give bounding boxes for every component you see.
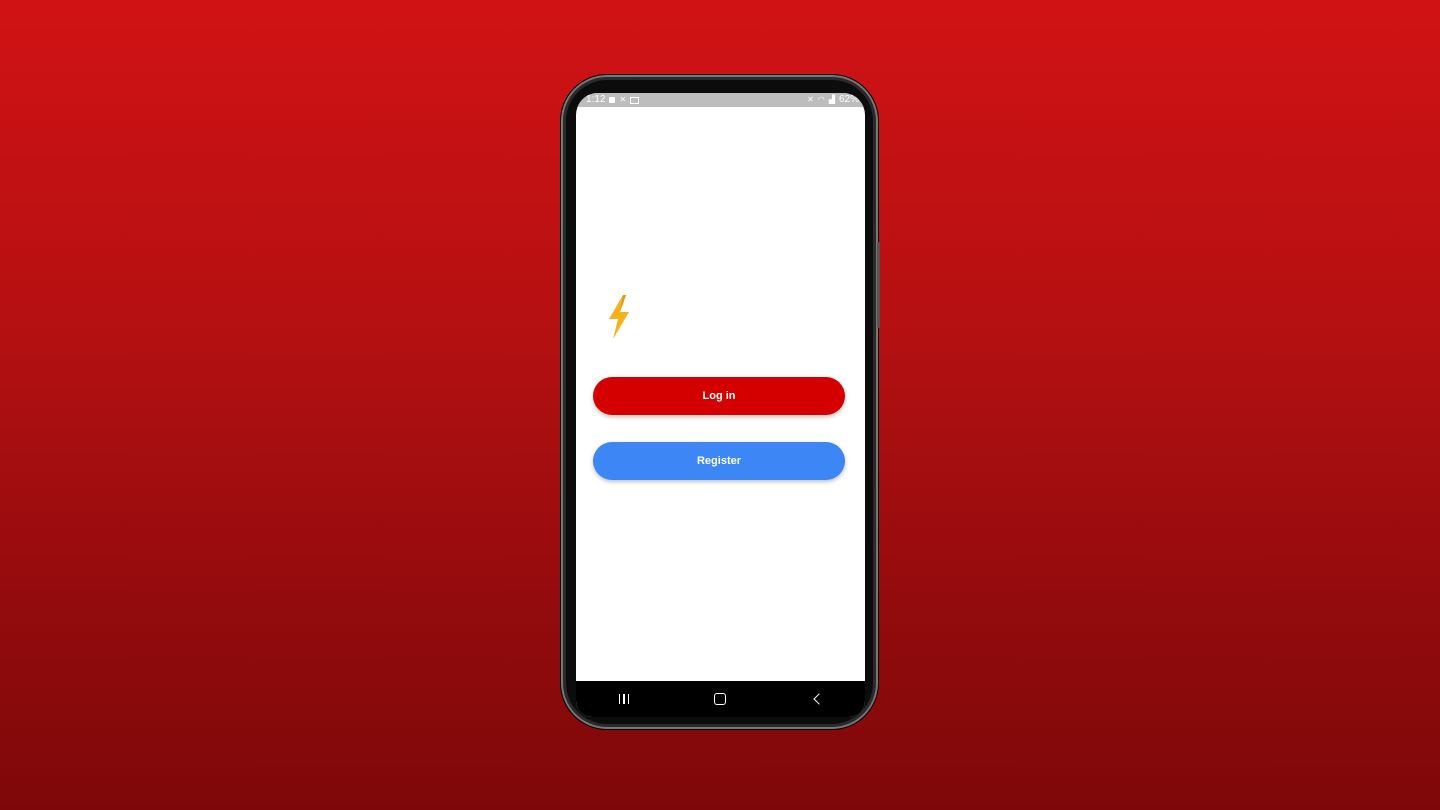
home-icon: [714, 693, 727, 705]
phone-screen: 1:12 ✕ ✕ ◠ ▟ 62% Log in Register: [576, 93, 865, 717]
navigation-bar: [576, 681, 865, 717]
notification-icon: [609, 97, 616, 103]
status-right: ✕ ◠ ▟ 62%: [807, 93, 859, 107]
battery-percent: 62%: [838, 94, 859, 105]
wifi-icon: ◠: [817, 95, 825, 104]
phone-frame: 1:12 ✕ ✕ ◠ ▟ 62% Log in Register: [561, 75, 880, 729]
back-icon: [813, 693, 825, 705]
gallery-icon: [630, 96, 640, 104]
status-left: 1:12 ✕: [586, 93, 640, 107]
status-bar: 1:12 ✕ ✕ ◠ ▟ 62%: [576, 93, 865, 107]
phone-side-button: [877, 242, 880, 328]
login-button[interactable]: Log in: [593, 377, 845, 415]
signal-icon: ▟: [828, 95, 835, 104]
lightning-bolt-icon: [609, 295, 629, 339]
recents-button[interactable]: [604, 684, 644, 714]
missed-call-icon: ✕: [619, 95, 627, 104]
home-button[interactable]: [700, 684, 740, 714]
mute-icon: ✕: [807, 95, 814, 104]
register-button[interactable]: Register: [593, 442, 845, 480]
back-button[interactable]: [797, 684, 837, 714]
status-time: 1:12: [586, 94, 606, 105]
recents-icon: [618, 694, 630, 704]
